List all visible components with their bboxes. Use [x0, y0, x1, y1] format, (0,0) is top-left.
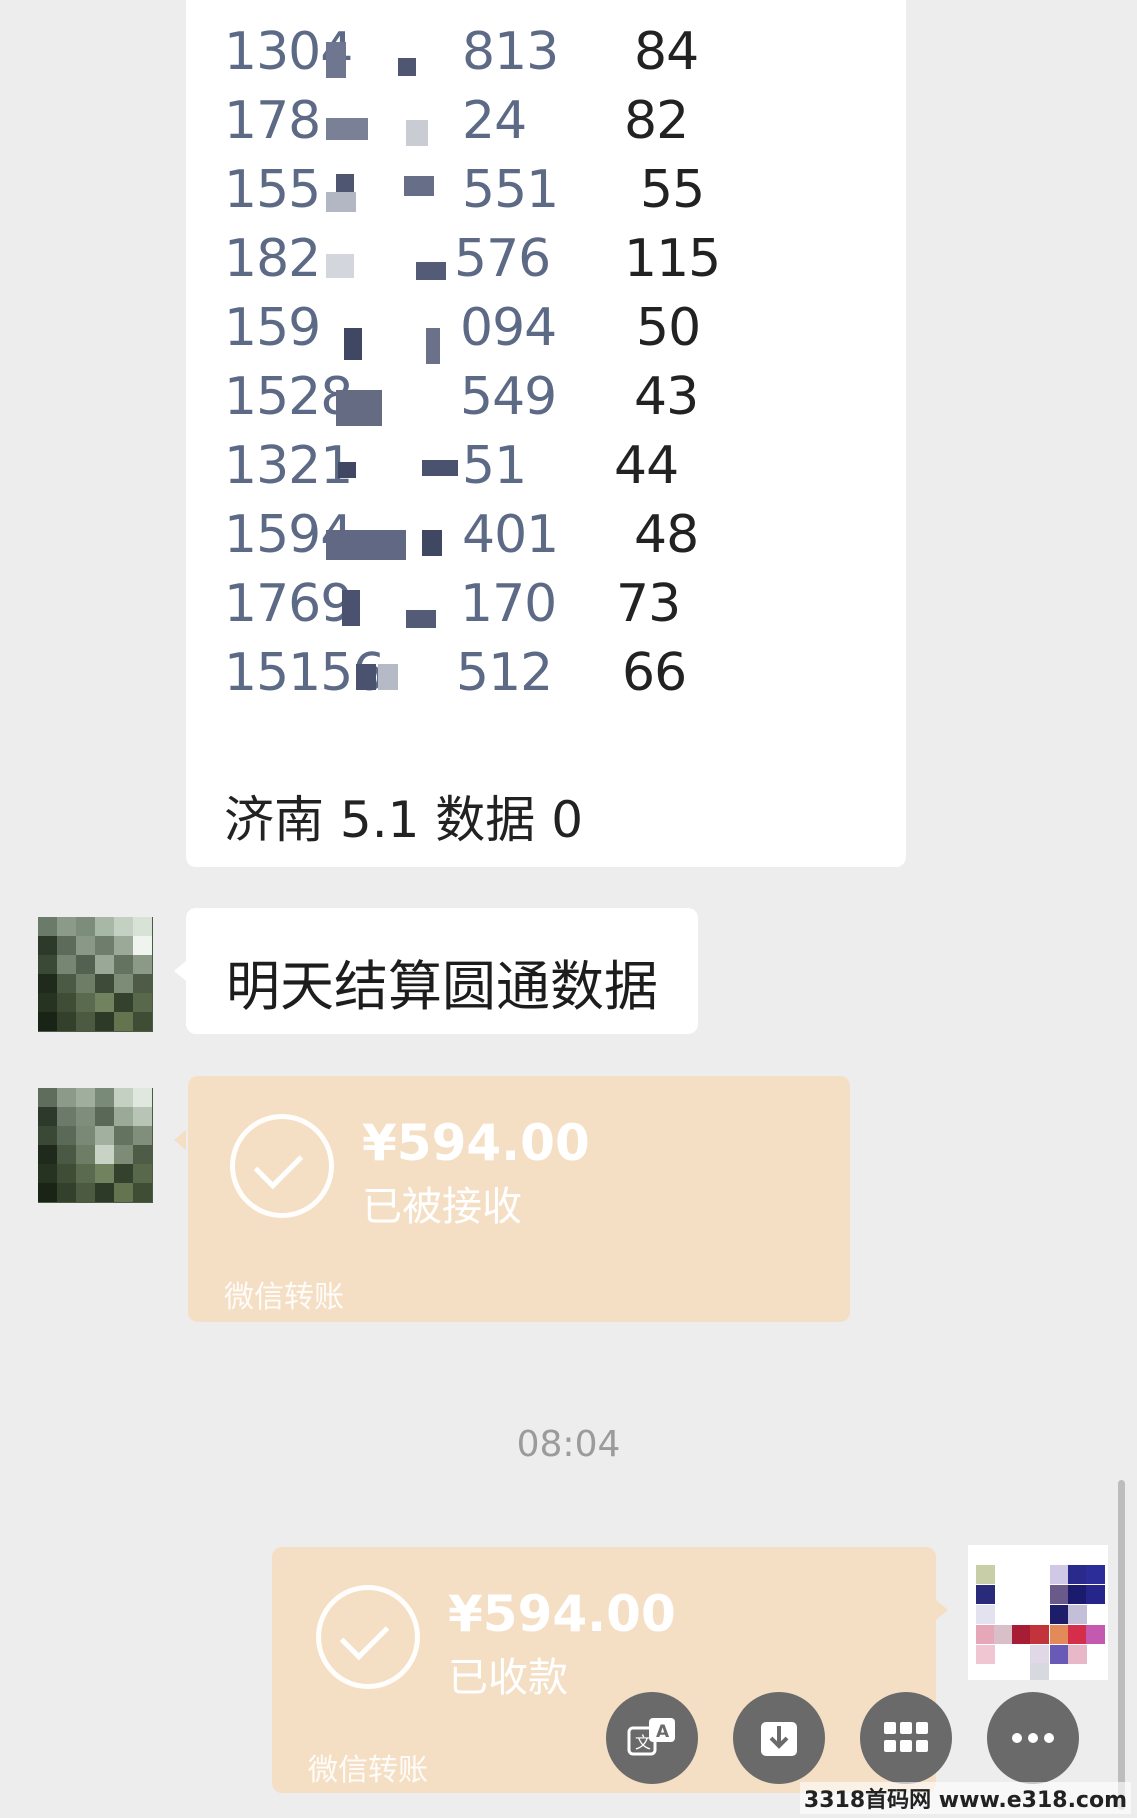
message-timestamp: 08:04	[516, 1424, 621, 1465]
phone-suffix: 401	[462, 505, 559, 565]
download-icon	[761, 1722, 797, 1756]
translate-icon: 文 A	[627, 1718, 675, 1756]
row-count: 43	[634, 367, 699, 427]
bubble-tail	[174, 1130, 186, 1150]
avatar[interactable]	[38, 1088, 153, 1203]
row-count: 115	[624, 229, 721, 289]
transfer-label: 微信转账	[224, 1280, 344, 1315]
grid-icon	[884, 1722, 928, 1752]
more-button[interactable]	[987, 1692, 1079, 1784]
phone-prefix: 159	[224, 298, 321, 358]
translate-button[interactable]: 文 A	[606, 1692, 698, 1784]
download-button[interactable]	[733, 1692, 825, 1784]
svg-text:A: A	[656, 1722, 670, 1742]
bubble-tail	[174, 961, 186, 981]
bubble-tail	[936, 1600, 948, 1620]
row-count: 44	[614, 436, 679, 496]
watermark: 3318首码网 www.e318.com	[799, 1782, 1131, 1814]
message-bubble-data-list[interactable]: 1304 813 84 178 24 82 155 551 55 182 576…	[186, 0, 906, 867]
phone-suffix: 51	[462, 436, 527, 496]
row-count: 84	[634, 22, 699, 82]
more-icon	[1012, 1733, 1054, 1743]
phone-suffix: 549	[460, 367, 557, 427]
phone-suffix: 576	[454, 229, 551, 289]
check-circle-icon	[230, 1114, 334, 1218]
phone-prefix: 155	[224, 160, 321, 220]
row-count: 48	[634, 505, 699, 565]
message-bubble-text[interactable]: 明天结算圆通数据	[186, 908, 698, 1034]
message-footer-text: 济南 5.1 数据 0	[224, 791, 584, 849]
transfer-amount: ¥594.00	[448, 1585, 676, 1643]
phone-prefix: 182	[224, 229, 321, 289]
phone-suffix: 094	[460, 298, 557, 358]
phone-suffix: 813	[462, 22, 559, 82]
phone-suffix: 24	[462, 91, 527, 151]
transfer-card-collected[interactable]: ¥594.00 已收款 微信转账	[272, 1547, 936, 1793]
row-count: 66	[622, 643, 687, 703]
row-count: 55	[640, 160, 705, 220]
row-count: 50	[636, 298, 701, 358]
grid-button[interactable]	[860, 1692, 952, 1784]
avatar[interactable]	[968, 1545, 1108, 1680]
svg-text:文: 文	[635, 1733, 651, 1752]
transfer-card-received[interactable]: ¥594.00 已被接收 微信转账	[188, 1076, 850, 1322]
transfer-status: 已被接收	[362, 1184, 522, 1230]
phone-suffix: 551	[462, 160, 559, 220]
mosaic-censor	[326, 0, 458, 700]
transfer-status: 已收款	[448, 1655, 568, 1701]
row-count: 82	[624, 91, 689, 151]
message-text: 明天结算圆通数据	[226, 955, 658, 1018]
phone-suffix: 170	[460, 574, 557, 634]
phone-prefix: 178	[224, 91, 321, 151]
transfer-amount: ¥594.00	[362, 1114, 590, 1172]
phone-suffix: 512	[456, 643, 553, 703]
avatar[interactable]	[38, 917, 153, 1032]
transfer-label: 微信转账	[308, 1753, 428, 1788]
check-circle-icon	[316, 1585, 420, 1689]
scrollbar[interactable]	[1118, 1480, 1125, 1810]
row-count: 73	[616, 574, 681, 634]
